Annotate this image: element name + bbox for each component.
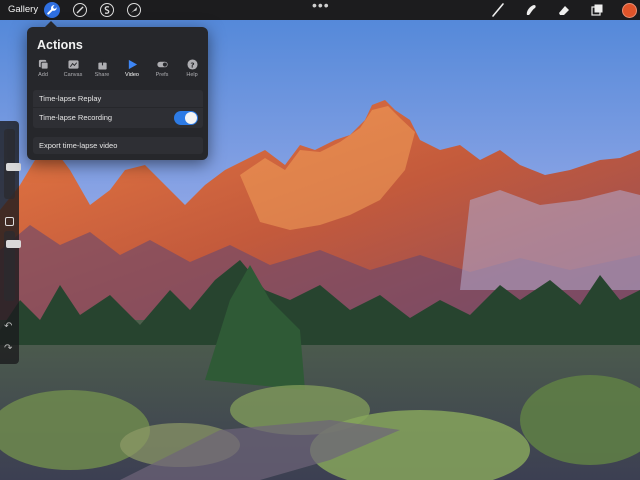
share-icon [97, 59, 107, 70]
wrench-icon[interactable] [44, 2, 60, 18]
add-image-icon [38, 59, 49, 70]
eraser-icon[interactable] [556, 2, 572, 18]
cursor-arrow-icon[interactable] [126, 2, 142, 18]
tab-prefs-label: Prefs [155, 72, 169, 78]
more-options-button[interactable]: ••• [312, 0, 330, 13]
time-lapse-replay-button[interactable]: Time-lapse Replay [33, 90, 203, 107]
toggle-knob [185, 112, 197, 124]
undo-icon[interactable]: ↶ [4, 321, 12, 332]
smudge-icon[interactable] [523, 2, 539, 18]
toggle-icon [156, 61, 168, 68]
layers-icon[interactable] [589, 2, 605, 18]
svg-text:?: ? [190, 60, 194, 69]
tab-add-label: Add [38, 72, 48, 78]
color-swatch-button[interactable] [622, 3, 637, 18]
top-toolbar: Gallery ••• [0, 0, 640, 20]
tab-share[interactable]: Share [87, 59, 117, 78]
actions-tabs: Add Canvas Share Video Prefs ? Help [27, 59, 208, 85]
magic-wand-icon[interactable] [72, 2, 88, 18]
export-time-lapse-button[interactable]: Export time-lapse video [33, 137, 203, 154]
tab-share-label: Share [94, 72, 110, 78]
popover-arrow [44, 21, 58, 28]
actions-title: Actions [37, 38, 83, 52]
tab-canvas[interactable]: Canvas [58, 59, 88, 78]
brush-opacity-thumb[interactable] [6, 240, 21, 248]
canvas-icon [67, 60, 79, 69]
modify-square-icon[interactable] [5, 217, 14, 226]
question-icon: ? [186, 59, 198, 70]
actions-popover: Actions Add Canvas Share Video Prefs ? H… [27, 21, 208, 160]
time-lapse-recording-label: Time-lapse Recording [39, 113, 113, 122]
play-icon [128, 59, 137, 70]
tab-video[interactable]: Video [117, 59, 147, 78]
selection-icon[interactable] [99, 2, 115, 18]
tab-prefs[interactable]: Prefs [147, 59, 177, 78]
tab-help-label: Help [186, 72, 198, 78]
gallery-button[interactable]: Gallery [8, 4, 38, 15]
tab-video-label: Video [125, 72, 139, 78]
tab-canvas-label: Canvas [63, 72, 83, 78]
time-lapse-replay-label: Time-lapse Replay [39, 94, 102, 103]
ridge-right [460, 190, 640, 290]
brush-icon[interactable] [490, 2, 506, 18]
brush-size-thumb[interactable] [6, 163, 21, 171]
brush-opacity-slider[interactable] [4, 231, 21, 301]
redo-icon[interactable]: ↷ [4, 343, 12, 354]
export-time-lapse-label: Export time-lapse video [39, 141, 118, 150]
time-lapse-recording-row: Time-lapse Recording [33, 108, 203, 128]
tab-add[interactable]: Add [28, 59, 58, 78]
brush-size-slider[interactable] [4, 129, 21, 199]
time-lapse-recording-toggle[interactable] [174, 111, 198, 125]
tab-help[interactable]: ? Help [177, 59, 207, 78]
left-sidebar: ↶ ↷ [0, 121, 21, 364]
